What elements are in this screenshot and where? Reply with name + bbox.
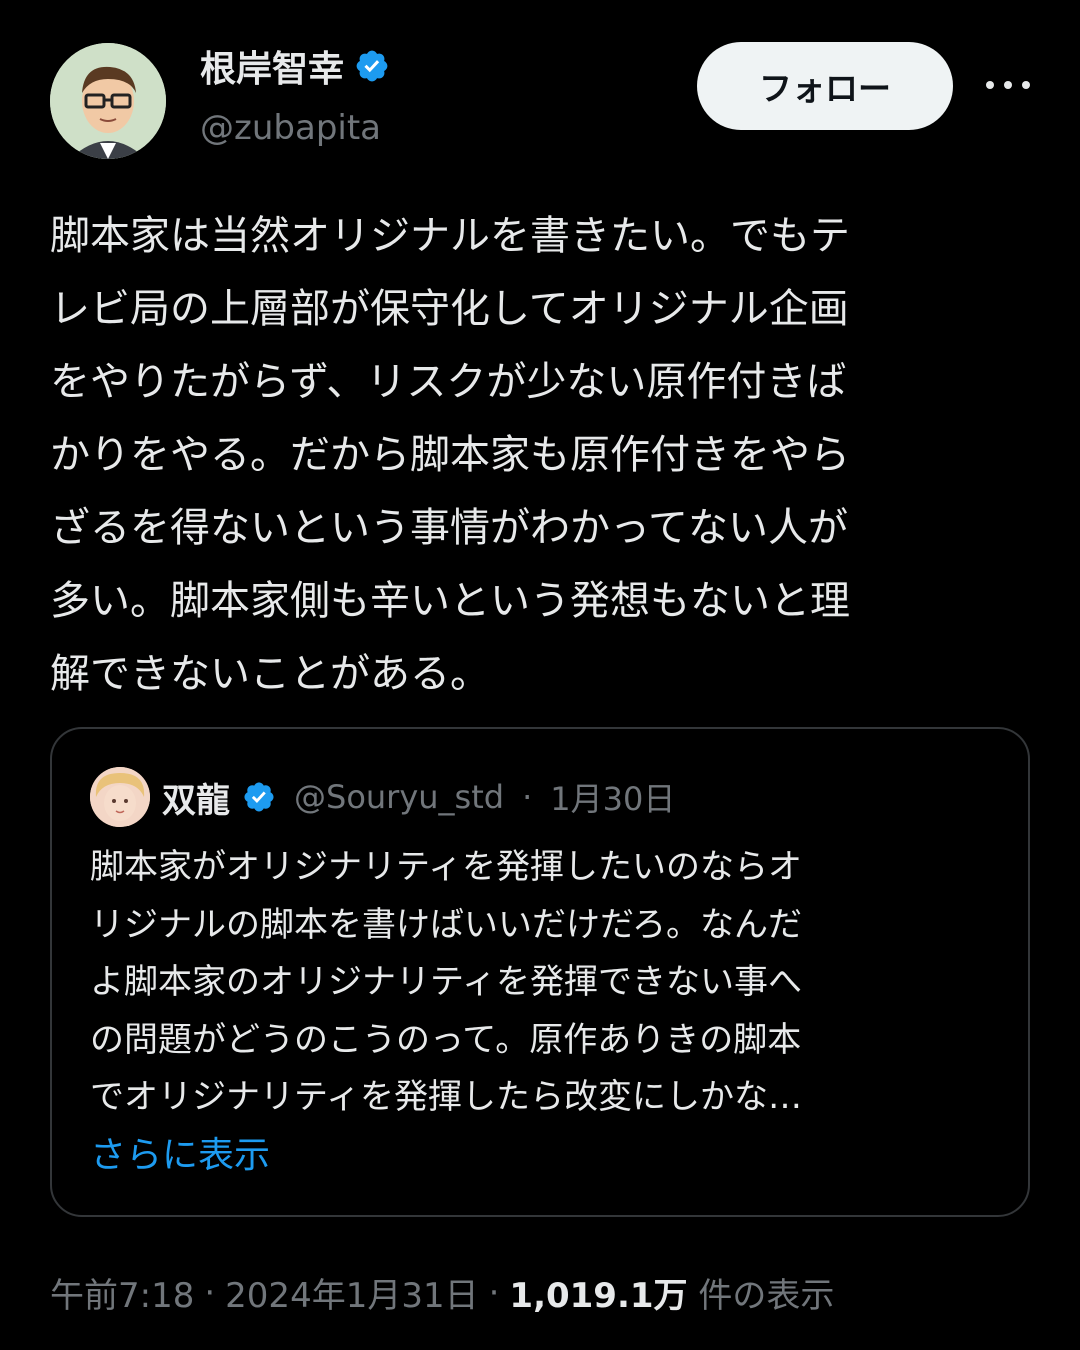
views-count: 1,019.1万 [509, 1276, 688, 1316]
dot [1022, 81, 1030, 89]
tweet-text: 脚本家は当然オリジナルを書きたい。でもテ レビ局の上層部が保守化してオリジナル企… [50, 213, 850, 697]
author-avatar[interactable] [50, 43, 166, 159]
quoted-author-handle: @Souryu_std [294, 778, 505, 816]
quoted-tweet-text: 脚本家がオリジナリティを発揮したいのならオ リジナルの脚本を書けばいいだけだろ。… [90, 847, 802, 1117]
quoted-tweet-date: 1月30日 [550, 780, 676, 818]
author-name[interactable]: 根岸智幸 [200, 40, 344, 92]
author-handle[interactable]: @zubapita [200, 108, 381, 148]
more-options-icon[interactable] [986, 70, 1030, 100]
show-more-link[interactable]: さらに表示 [90, 1126, 270, 1178]
dot [986, 81, 994, 89]
quoted-tweet-header: 双龍 @Souryu_std · 1月30日 [90, 767, 675, 827]
dot [1004, 81, 1012, 89]
views-group[interactable]: 1,019.1万 件の表示 [509, 1268, 834, 1317]
verified-badge-icon [244, 782, 274, 812]
verified-badge-icon [356, 50, 388, 82]
views-label: 件の表示 [698, 1276, 835, 1316]
quoted-author-avatar [90, 767, 150, 827]
tweet-date[interactable]: 2024年1月31日 [225, 1268, 478, 1317]
quoted-tweet-card[interactable]: 双龍 @Souryu_std · 1月30日 脚本家がオリジナリティを発揮したい… [50, 727, 1030, 1217]
separator-dot: · [522, 778, 533, 816]
tweet-time[interactable]: 午前7:18 [50, 1268, 194, 1317]
separator-dot: · [488, 1272, 500, 1313]
quoted-author-name: 双龍 [162, 780, 230, 821]
author-name-row[interactable]: 根岸智幸 [200, 40, 390, 92]
separator-dot: · [204, 1272, 216, 1313]
tweet-meta: 午前7:18 · 2024年1月31日 · 1,019.1万 件の表示 [50, 1268, 834, 1317]
follow-button[interactable]: フォロー [697, 42, 953, 130]
